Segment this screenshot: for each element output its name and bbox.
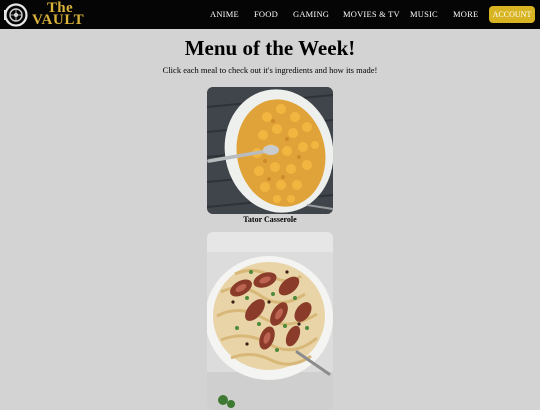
nav-item-anime[interactable]: ANIME xyxy=(210,9,239,20)
nav-item-music[interactable]: MUSIC xyxy=(410,9,438,20)
nav-item-gaming[interactable]: GAMING xyxy=(293,9,329,20)
steak-pasta-image xyxy=(207,232,333,410)
casserole-image xyxy=(207,87,333,214)
site-logo[interactable]: The VAULT xyxy=(3,1,93,28)
logo-text-vault: VAULT xyxy=(32,12,85,28)
page-title: Menu of the Week! xyxy=(184,36,356,60)
nav-item-food[interactable]: FOOD xyxy=(254,9,278,20)
vault-door-icon xyxy=(4,3,28,27)
navbar: The VAULT ANIME FOOD GAMING MOVIES & TV … xyxy=(0,0,540,29)
account-button[interactable]: ACCOUNT xyxy=(489,6,535,23)
meal-card-tator-casserole[interactable]: Tator Casserole xyxy=(207,87,333,225)
nav-item-movies-tv[interactable]: MOVIES & TV xyxy=(343,9,400,20)
page-subtitle: Click each meal to check out it's ingred… xyxy=(162,65,378,75)
nav-item-more[interactable]: MORE xyxy=(453,9,478,20)
meal-card-steak-pasta[interactable] xyxy=(207,232,333,410)
meal-name: Tator Casserole xyxy=(243,215,297,224)
